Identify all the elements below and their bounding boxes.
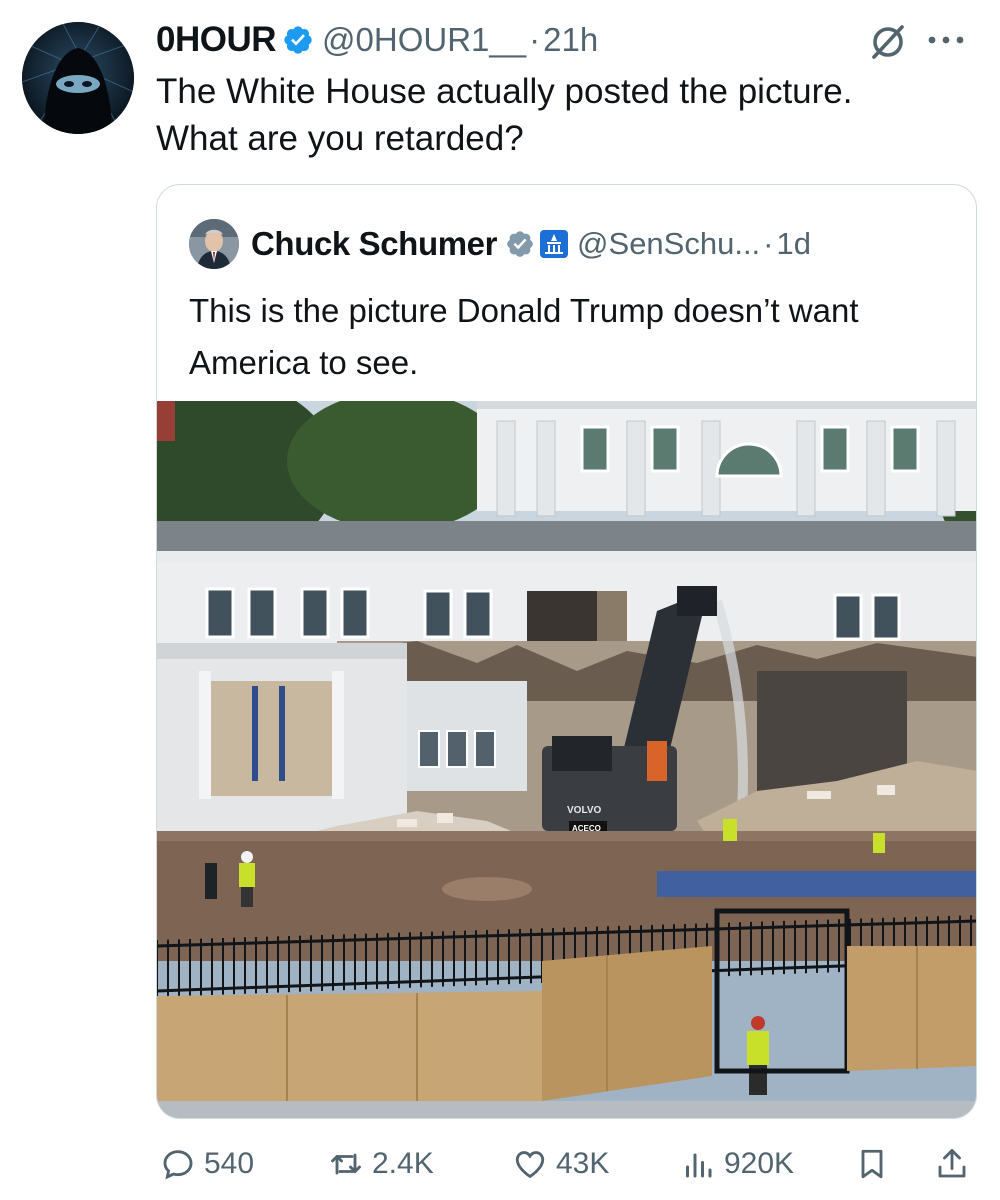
repost-icon bbox=[331, 1153, 361, 1175]
excavator-brand-label: VOLVO bbox=[567, 805, 601, 816]
reply-button[interactable]: 540 bbox=[160, 1140, 254, 1188]
tweet-text: The White House actually posted the pict… bbox=[156, 72, 853, 158]
verified-icon bbox=[507, 231, 533, 257]
like-count: 43K bbox=[556, 1147, 610, 1180]
like-button[interactable]: 43K bbox=[512, 1140, 609, 1188]
quoted-author-handle[interactable]: @SenSchu... bbox=[577, 226, 760, 262]
views-count: 920K bbox=[724, 1147, 795, 1180]
grok-icon[interactable] bbox=[868, 22, 908, 62]
government-building-icon bbox=[540, 230, 569, 258]
author-name[interactable]: 0HOUR bbox=[156, 20, 277, 60]
author-avatar[interactable] bbox=[22, 22, 134, 134]
quoted-author-name[interactable]: Chuck Schumer bbox=[251, 225, 497, 263]
views-button[interactable]: 920K bbox=[680, 1140, 794, 1188]
quoted-tweet-text: This is the picture Donald Trump doesn’t… bbox=[189, 292, 859, 381]
tweet-header: 0HOUR @0HOUR1__ · 21h bbox=[156, 16, 598, 64]
action-bar: 540 2.4K 43K 920K bbox=[160, 1140, 980, 1188]
reply-icon bbox=[163, 1150, 193, 1180]
quoted-tweet-time[interactable]: 1d bbox=[777, 226, 811, 262]
repost-count: 2.4K bbox=[372, 1147, 434, 1180]
quoted-tweet-photo[interactable]: VOLVO ACECO bbox=[157, 401, 976, 1118]
share-icon bbox=[938, 1149, 966, 1178]
views-chart-icon bbox=[686, 1153, 712, 1178]
quoted-tweet-header: Chuck Schumer @SenSchu... · 1d bbox=[189, 219, 811, 269]
verified-icon bbox=[284, 26, 312, 54]
heart-icon bbox=[515, 1151, 545, 1179]
share-button[interactable] bbox=[934, 1140, 970, 1188]
author-handle[interactable]: @0HOUR1__ bbox=[322, 21, 526, 59]
bookmark-button[interactable] bbox=[854, 1140, 890, 1188]
more-options-icon[interactable] bbox=[918, 24, 974, 56]
bookmark-icon bbox=[861, 1149, 883, 1179]
separator-dot: · bbox=[763, 226, 774, 261]
quoted-author-avatar bbox=[189, 219, 239, 269]
separator-dot: · bbox=[529, 21, 541, 58]
repost-button[interactable]: 2.4K bbox=[328, 1140, 434, 1188]
tweet-time[interactable]: 21h bbox=[543, 21, 598, 59]
reply-count: 540 bbox=[204, 1147, 255, 1180]
quoted-tweet-card[interactable]: Chuck Schumer @SenSchu... · 1d This is t… bbox=[156, 184, 977, 1119]
